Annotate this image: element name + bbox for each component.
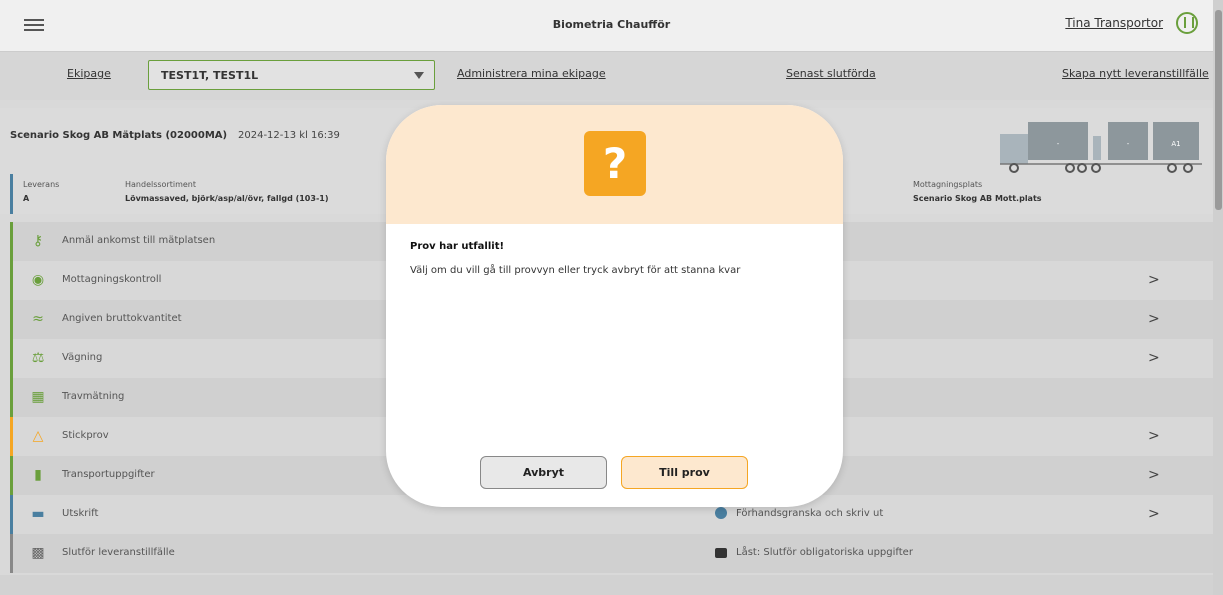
recent-completed-link[interactable]: Senast slutförda xyxy=(786,67,876,80)
step-right-status: Förhandsgranska och skriv ut xyxy=(736,508,884,519)
approx-icon: ≈ xyxy=(32,311,44,327)
step-label: Vägning xyxy=(62,352,103,363)
sortiment-label: Handelssortiment xyxy=(125,180,197,189)
ekipage-select[interactable]: TEST1T, TEST1L xyxy=(148,60,435,90)
scale-icon: ⚖ xyxy=(31,350,45,366)
chevron-down-icon xyxy=(414,72,424,79)
user-circle-icon[interactable] xyxy=(1176,12,1198,34)
chevron-right-icon[interactable]: > xyxy=(1148,428,1160,444)
step-right-status: Låst: Slutför obligatoriska uppgifter xyxy=(736,547,913,558)
eye-icon: ◉ xyxy=(31,272,45,288)
manage-ekipage-link[interactable]: Administrera mina ekipage xyxy=(457,67,606,80)
printer-icon: ▬ xyxy=(31,506,45,522)
step-label: Travmätning xyxy=(62,391,125,402)
confirm-dialog: ? Prov har utfallit! Välj om du vill gå … xyxy=(386,105,843,507)
top-bar: Biometria Chaufför Tina Transportor xyxy=(0,0,1223,52)
chevron-right-icon[interactable]: > xyxy=(1148,467,1160,483)
ekipage-selected-value: TEST1T, TEST1L xyxy=(161,69,259,82)
mottagning-value: Scenario Skog AB Mott.plats xyxy=(913,194,1042,203)
step-label: Slutför leveranstillfälle xyxy=(62,547,175,558)
scrollbar-thumb[interactable] xyxy=(1215,10,1222,210)
key-icon: ⚷ xyxy=(32,233,44,249)
step-label: Anmäl ankomst till mätplatsen xyxy=(62,235,216,246)
lock-icon xyxy=(715,548,727,558)
cancel-button[interactable]: Avbryt xyxy=(480,456,607,489)
step-label: Angiven bruttokvantitet xyxy=(62,313,182,324)
leverans-label: Leverans xyxy=(23,180,60,189)
sortiment-value: Lövmassaved, björk/asp/al/övr, fallgd (1… xyxy=(125,194,329,203)
question-mark-icon: ? xyxy=(584,131,646,196)
create-delivery-link[interactable]: Skapa nytt leveranstillfälle xyxy=(1062,67,1209,80)
bottom-strip xyxy=(0,575,1213,595)
chevron-right-icon[interactable]: > xyxy=(1148,506,1160,522)
delivery-datetime: 2024-12-13 kl 16:39 xyxy=(238,130,340,141)
delivery-title: Scenario Skog AB Mätplats (02000MA) xyxy=(10,130,228,141)
warning-sample-icon: △ xyxy=(32,428,44,444)
ekipage-bar: Ekipage TEST1T, TEST1L Administrera mina… xyxy=(0,52,1223,100)
log-stack-icon: ▦ xyxy=(31,389,45,405)
chevron-right-icon[interactable]: > xyxy=(1148,350,1160,366)
step-label: Utskrift xyxy=(62,508,99,519)
step-slutfor[interactable]: ▩ Slutför leveranstillfälle Låst: Slutfö… xyxy=(10,534,1213,573)
chevron-right-icon[interactable]: > xyxy=(1148,311,1160,327)
status-dot-icon xyxy=(715,507,727,519)
truck-icon: - - A1 xyxy=(1000,122,1202,173)
mottagning-label: Mottagningsplats xyxy=(913,180,983,189)
app-title: Biometria Chaufför xyxy=(552,18,671,31)
dialog-title: Prov har utfallit! xyxy=(410,241,505,252)
go-to-sample-button[interactable]: Till prov xyxy=(621,456,748,489)
step-label: Transportuppgifter xyxy=(62,469,155,480)
step-label: Mottagningskontroll xyxy=(62,274,162,285)
leverans-value: A xyxy=(23,194,30,203)
scrollbar[interactable] xyxy=(1213,0,1223,595)
chevron-right-icon[interactable]: > xyxy=(1148,272,1160,288)
dialog-message: Välj om du vill gå till provvyn eller tr… xyxy=(410,265,741,276)
user-name-link[interactable]: Tina Transportor xyxy=(1065,16,1163,30)
step-label: Stickprov xyxy=(62,430,109,441)
document-icon: ▮ xyxy=(34,467,42,483)
truck-unit3-label: A1 xyxy=(1171,140,1180,148)
dialog-header: ? xyxy=(386,105,843,224)
ekipage-label[interactable]: Ekipage xyxy=(67,67,111,80)
checkered-flag-icon: ▩ xyxy=(31,545,45,561)
